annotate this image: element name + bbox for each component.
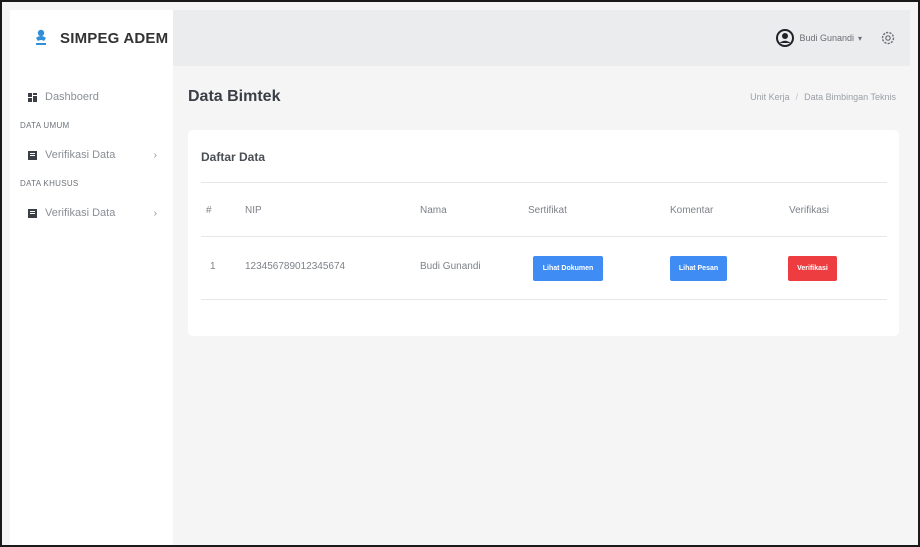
- brand[interactable]: SIMPEG ADEM: [10, 10, 173, 66]
- section-label-khusus: DATA KHUSUS: [20, 178, 79, 188]
- page-header: Data Bimtek Unit Kerja / Data Bimbingan Te…: [188, 88, 896, 106]
- dashboard-icon: [28, 92, 37, 102]
- cell-nama: Budi Gunandi: [420, 261, 481, 272]
- sidebar-item-label: Dashboerd: [45, 91, 99, 103]
- user-avatar-icon: [776, 29, 795, 47]
- column-header-komentar: Komentar: [670, 205, 714, 216]
- app-name: SIMPEG ADEM: [60, 29, 169, 47]
- section-label-umum: DATA UMUM: [20, 120, 70, 130]
- caret-down-icon: ▾: [857, 33, 862, 43]
- column-header-nama: Nama: [420, 205, 447, 216]
- sidebar: SIMPEG ADEM Dashboerd DATA UMUM Verifika…: [10, 10, 173, 545]
- chevron-right-icon: ›: [153, 149, 157, 161]
- data-card: Daftar Data # NIP Nama Sertifikat Koment…: [188, 130, 899, 336]
- sidebar-item-verifikasi-khusus[interactable]: Verifikasi Data ›: [10, 200, 173, 226]
- sidebar-item-label: Verifikasi Data: [45, 207, 116, 219]
- column-header-no: #: [206, 205, 212, 216]
- data-icon: [28, 150, 37, 160]
- sidebar-item-verifikasi-umum[interactable]: Verifikasi Data ›: [10, 142, 173, 168]
- column-header-verifikasi: Verifikasi: [789, 205, 830, 216]
- lihat-pesan-button[interactable]: Lihat Pesan: [670, 256, 727, 281]
- divider: [201, 299, 887, 300]
- sidebar-item-dashboard[interactable]: Dashboerd: [10, 84, 173, 110]
- breadcrumb-item[interactable]: Unit Kerja: [750, 92, 790, 102]
- lihat-dokumen-button[interactable]: Lihat Dokumen: [533, 256, 603, 281]
- data-icon: [28, 208, 37, 218]
- breadcrumb: Unit Kerja / Data Bimbingan Teknis: [750, 92, 896, 102]
- column-header-nip: NIP: [245, 205, 262, 216]
- column-header-sertifikat: Sertifikat: [528, 205, 567, 216]
- verifikasi-button[interactable]: Verifikasi: [788, 256, 837, 281]
- user-menu[interactable]: Budi Gunandi ▾: [776, 29, 862, 47]
- gear-icon[interactable]: [880, 30, 896, 46]
- app-frame: SIMPEG ADEM Dashboerd DATA UMUM Verifika…: [0, 0, 920, 547]
- chevron-right-icon: ›: [153, 207, 157, 219]
- divider: [201, 182, 887, 183]
- sidebar-item-label: Verifikasi Data: [45, 149, 116, 161]
- user-name: Budi Gunandi: [799, 33, 854, 43]
- cell-no: 1: [210, 261, 216, 272]
- breadcrumb-item-current: Data Bimbingan Teknis: [804, 92, 896, 102]
- card-title: Daftar Data: [201, 150, 266, 164]
- cell-nip: 123456789012345674: [245, 261, 346, 272]
- divider: [201, 236, 887, 237]
- topbar: Budi Gunandi ▾: [173, 10, 910, 66]
- logo-icon: [32, 28, 50, 48]
- page-title: Data Bimtek: [188, 88, 281, 105]
- breadcrumb-separator: /: [795, 92, 799, 102]
